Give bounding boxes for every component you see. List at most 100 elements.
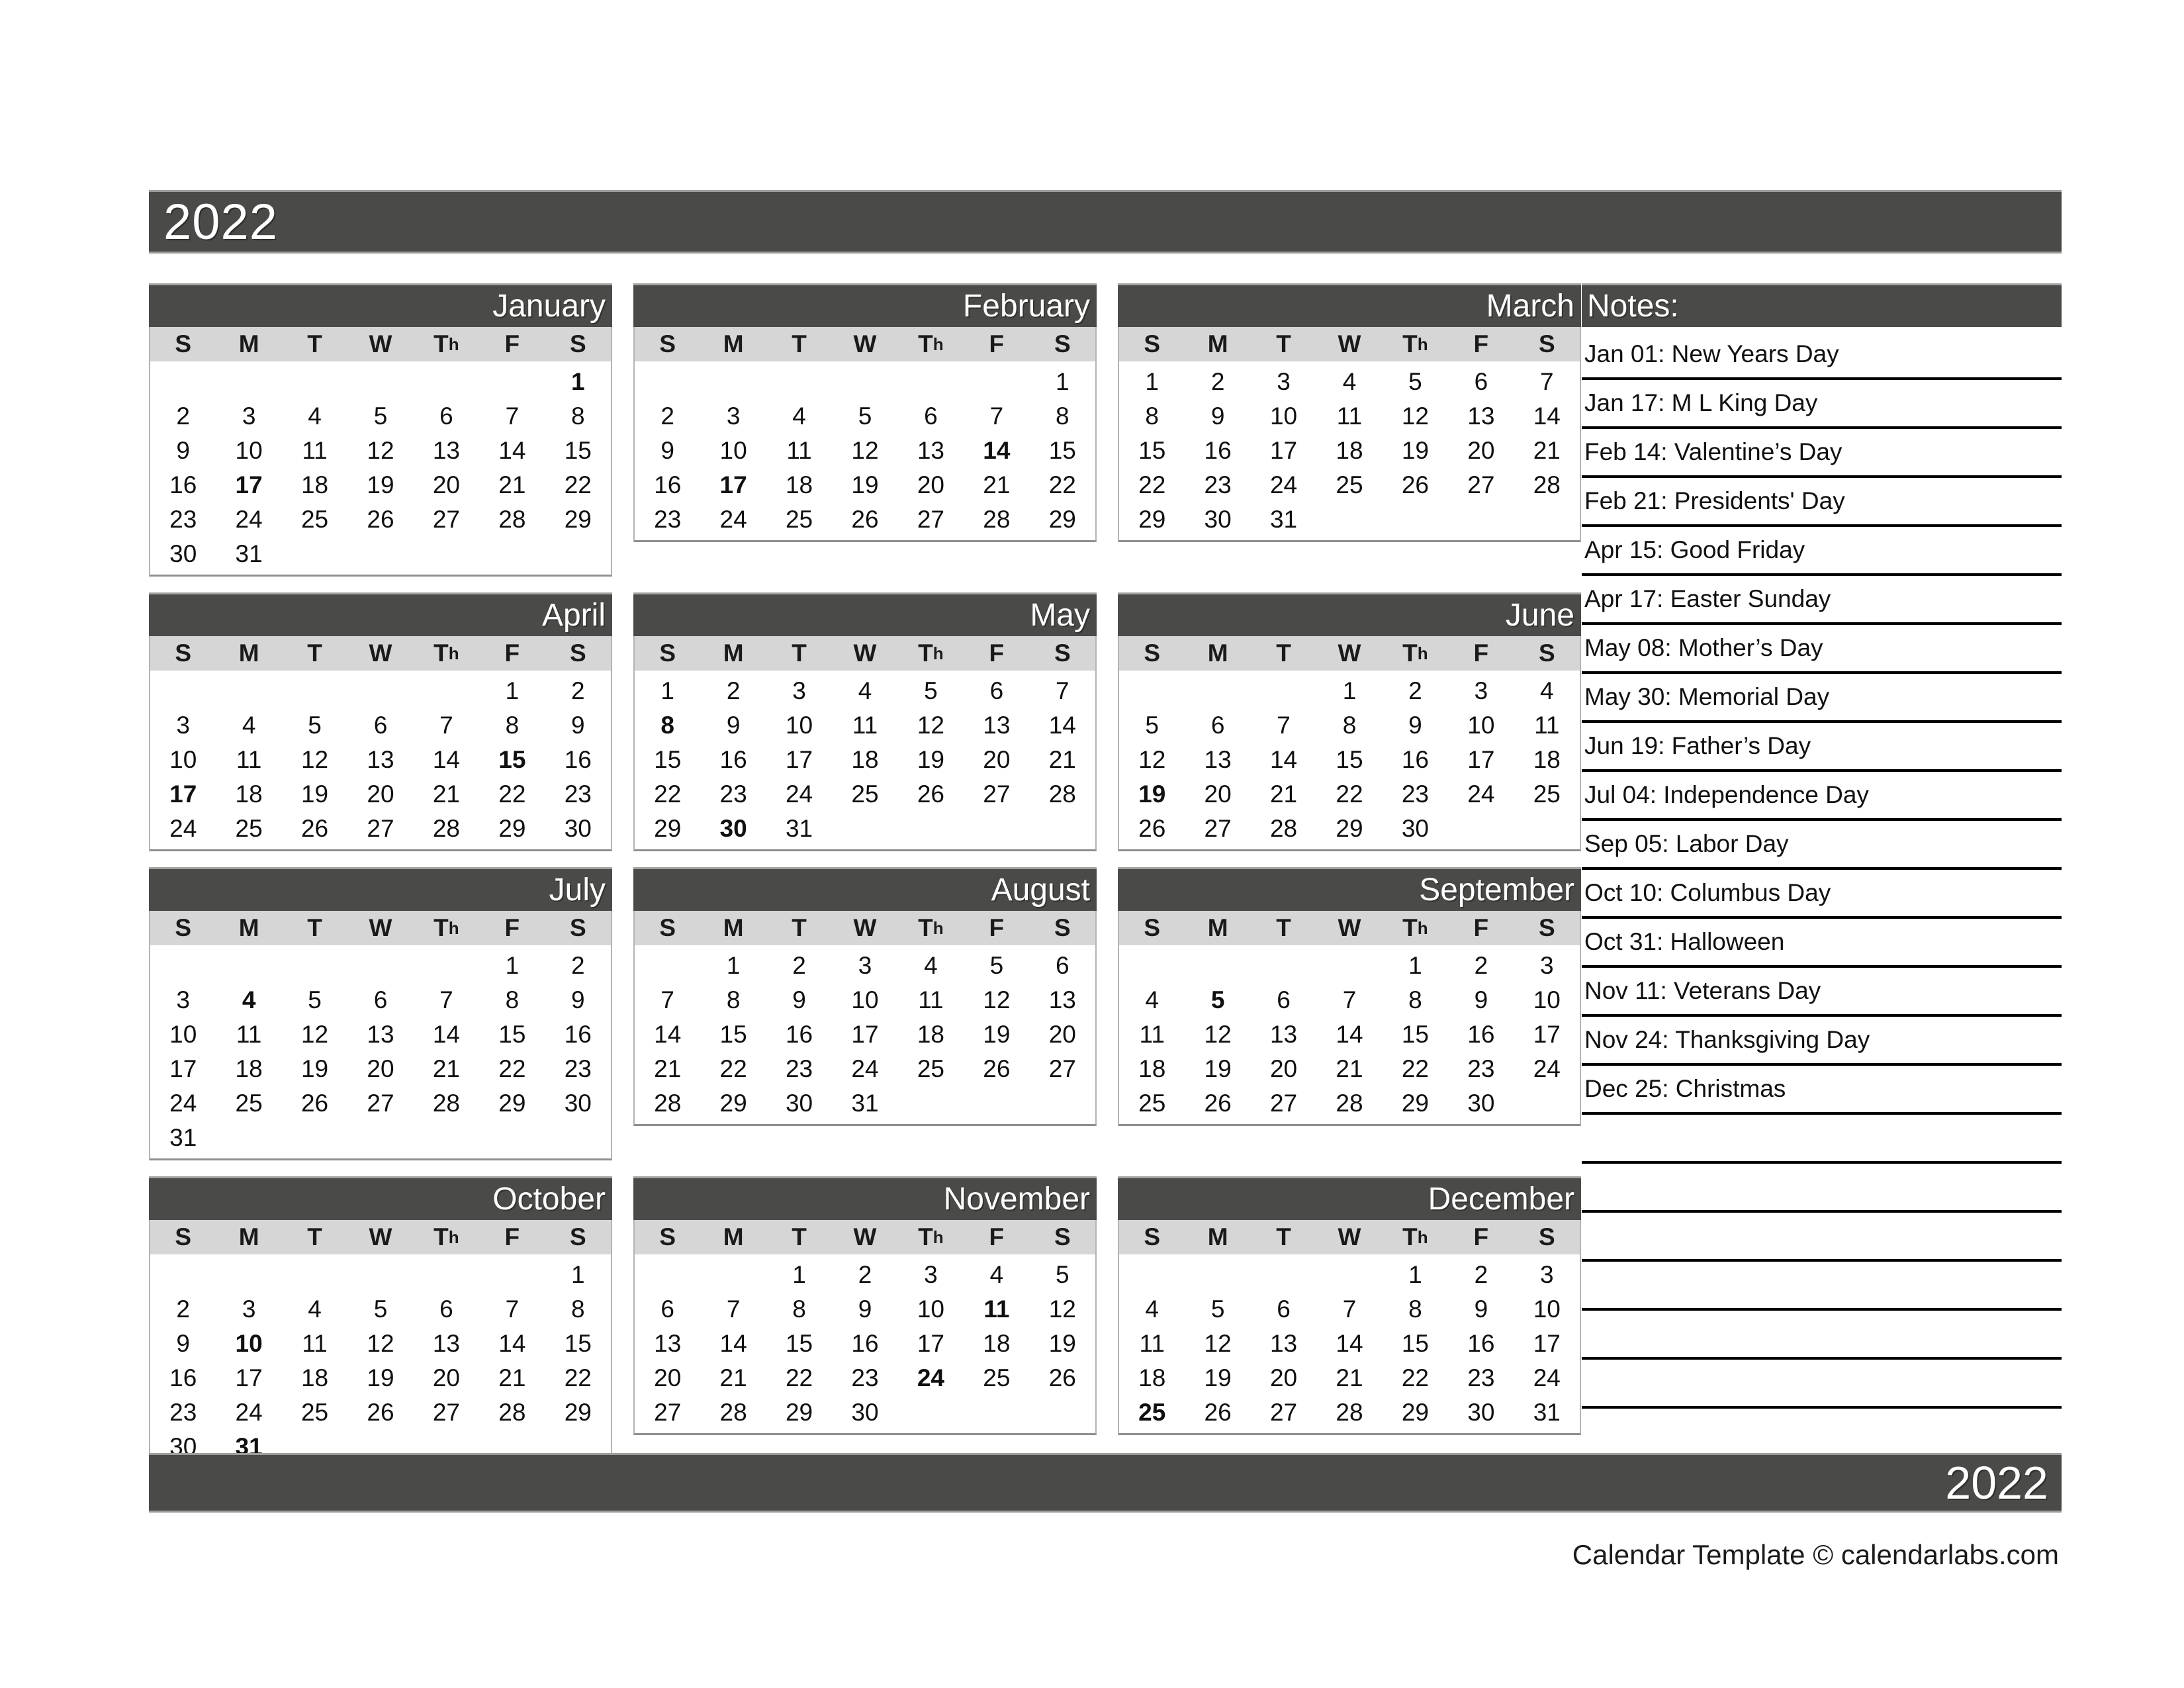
day-cell[interactable]: 6	[347, 982, 413, 1017]
day-cell[interactable]: 8	[700, 982, 766, 1017]
day-cell[interactable]: 22	[766, 1360, 832, 1395]
note-line-blank[interactable]	[1582, 1213, 2062, 1262]
day-cell[interactable]: 27	[1251, 1395, 1316, 1429]
day-cell[interactable]: 7	[700, 1291, 766, 1326]
day-cell[interactable]: 28	[1514, 467, 1580, 502]
day-cell[interactable]: 23	[832, 1360, 897, 1395]
day-cell[interactable]: 22	[479, 1051, 545, 1086]
day-cell[interactable]: 30	[766, 1086, 832, 1120]
day-cell[interactable]: 18	[1119, 1360, 1185, 1395]
note-line[interactable]: Jan 01: New Years Day	[1582, 331, 2062, 380]
day-cell[interactable]: 9	[1448, 1291, 1514, 1326]
day-cell[interactable]: 12	[1030, 1291, 1095, 1326]
day-cell[interactable]: 30	[1448, 1395, 1514, 1429]
day-cell[interactable]: 24	[1514, 1360, 1580, 1395]
day-cell[interactable]: 23	[150, 1395, 216, 1429]
day-cell[interactable]: 29	[479, 1086, 545, 1120]
day-cell[interactable]: 12	[282, 1017, 347, 1051]
day-cell[interactable]: 29	[545, 1395, 611, 1429]
day-cell[interactable]: 14	[1514, 399, 1580, 433]
day-cell[interactable]: 1	[545, 364, 611, 399]
day-cell[interactable]: 31	[766, 811, 832, 845]
day-cell[interactable]: 23	[1185, 467, 1250, 502]
note-line-blank[interactable]	[1582, 1164, 2062, 1213]
day-cell[interactable]: 24	[150, 811, 216, 845]
day-cell[interactable]: 3	[1251, 364, 1316, 399]
day-cell[interactable]: 26	[282, 811, 347, 845]
day-cell[interactable]: 23	[545, 1051, 611, 1086]
day-cell[interactable]: 28	[635, 1086, 700, 1120]
day-cell[interactable]: 15	[1383, 1017, 1448, 1051]
day-cell[interactable]: 5	[347, 1291, 413, 1326]
day-cell[interactable]: 7	[1316, 1291, 1382, 1326]
day-cell[interactable]: 21	[479, 1360, 545, 1395]
day-cell[interactable]: 16	[545, 1017, 611, 1051]
day-cell[interactable]: 25	[898, 1051, 964, 1086]
day-cell[interactable]: 28	[414, 1086, 479, 1120]
day-cell[interactable]: 27	[1448, 467, 1514, 502]
day-cell[interactable]: 13	[1030, 982, 1095, 1017]
day-cell[interactable]: 19	[1185, 1051, 1250, 1086]
day-cell[interactable]: 9	[766, 982, 832, 1017]
day-cell[interactable]: 10	[216, 433, 281, 467]
day-cell[interactable]: 2	[1448, 1257, 1514, 1291]
day-cell[interactable]: 15	[700, 1017, 766, 1051]
day-cell[interactable]: 22	[635, 776, 700, 811]
day-cell[interactable]: 3	[898, 1257, 964, 1291]
day-cell[interactable]: 10	[766, 708, 832, 742]
day-cell[interactable]: 13	[414, 433, 479, 467]
day-cell[interactable]: 19	[964, 1017, 1029, 1051]
day-cell[interactable]: 14	[479, 433, 545, 467]
day-cell[interactable]: 24	[700, 502, 766, 536]
day-cell[interactable]: 17	[1448, 742, 1514, 776]
day-cell[interactable]: 17	[898, 1326, 964, 1360]
day-cell[interactable]: 11	[964, 1291, 1029, 1326]
note-line[interactable]: Sep 05: Labor Day	[1582, 821, 2062, 870]
day-cell[interactable]: 29	[766, 1395, 832, 1429]
day-cell[interactable]: 9	[545, 708, 611, 742]
day-cell[interactable]: 1	[1383, 948, 1448, 982]
day-cell[interactable]: 29	[545, 502, 611, 536]
day-cell[interactable]: 20	[347, 776, 413, 811]
day-cell[interactable]: 22	[545, 1360, 611, 1395]
day-cell[interactable]: 25	[1514, 776, 1580, 811]
day-cell[interactable]: 27	[1030, 1051, 1095, 1086]
day-cell[interactable]: 14	[1251, 742, 1316, 776]
day-cell[interactable]: 9	[150, 1326, 216, 1360]
day-cell[interactable]: 19	[282, 776, 347, 811]
day-cell[interactable]: 27	[347, 811, 413, 845]
day-cell[interactable]: 31	[150, 1120, 216, 1154]
day-cell[interactable]: 3	[150, 708, 216, 742]
day-cell[interactable]: 26	[1030, 1360, 1095, 1395]
day-cell[interactable]: 29	[700, 1086, 766, 1120]
day-cell[interactable]: 15	[766, 1326, 832, 1360]
day-cell[interactable]: 29	[1316, 811, 1382, 845]
day-cell[interactable]: 1	[1383, 1257, 1448, 1291]
day-cell[interactable]: 13	[1251, 1017, 1316, 1051]
day-cell[interactable]: 29	[1383, 1086, 1448, 1120]
note-line[interactable]: Jul 04: Independence Day	[1582, 772, 2062, 821]
day-cell[interactable]: 26	[347, 502, 413, 536]
day-cell[interactable]: 6	[414, 399, 479, 433]
day-cell[interactable]: 30	[700, 811, 766, 845]
day-cell[interactable]: 5	[1185, 982, 1250, 1017]
day-cell[interactable]: 21	[1251, 776, 1316, 811]
day-cell[interactable]: 23	[150, 502, 216, 536]
day-cell[interactable]: 1	[766, 1257, 832, 1291]
day-cell[interactable]: 15	[1030, 433, 1095, 467]
day-cell[interactable]: 11	[832, 708, 897, 742]
day-cell[interactable]: 22	[1383, 1051, 1448, 1086]
day-cell[interactable]: 12	[898, 708, 964, 742]
day-cell[interactable]: 17	[150, 776, 216, 811]
day-cell[interactable]: 25	[282, 1395, 347, 1429]
day-cell[interactable]: 14	[1030, 708, 1095, 742]
day-cell[interactable]: 11	[282, 1326, 347, 1360]
day-cell[interactable]: 11	[898, 982, 964, 1017]
day-cell[interactable]: 26	[1383, 467, 1448, 502]
day-cell[interactable]: 23	[545, 776, 611, 811]
note-line[interactable]: Oct 10: Columbus Day	[1582, 870, 2062, 919]
day-cell[interactable]: 3	[1514, 948, 1580, 982]
day-cell[interactable]: 27	[635, 1395, 700, 1429]
day-cell[interactable]: 24	[1448, 776, 1514, 811]
day-cell[interactable]: 27	[1251, 1086, 1316, 1120]
